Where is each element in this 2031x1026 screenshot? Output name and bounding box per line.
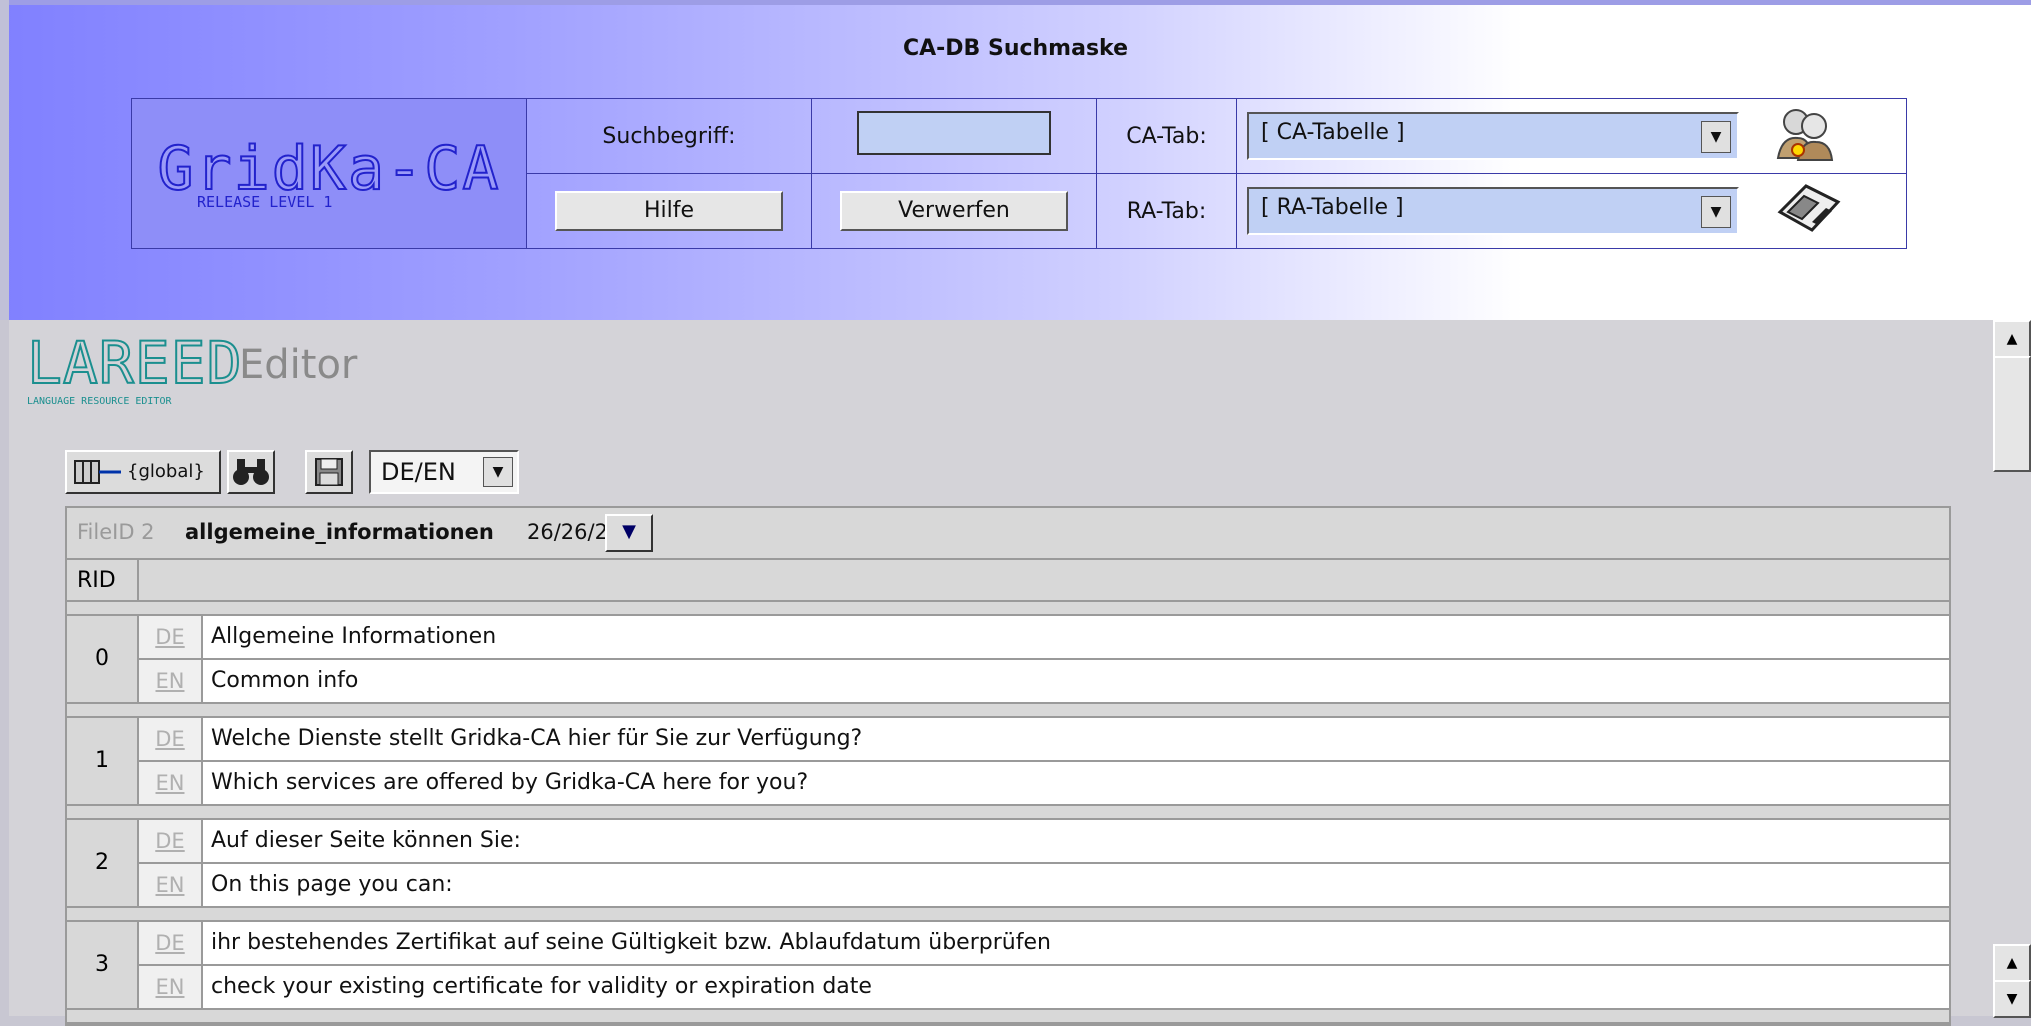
ra-tab-select[interactable]: [ RA-Tabelle ] ▼ — [1247, 187, 1739, 235]
lareed-logo: LAREED — [26, 329, 243, 397]
file-header-row: FileID 2 allgemeine_informationen 26/26/… — [67, 508, 1949, 560]
rid-cell: 3 — [67, 922, 139, 1008]
en-link[interactable]: EN — [139, 864, 203, 906]
ca-tab-value: [ CA-Tabelle ] — [1261, 120, 1405, 145]
scroll-thumb[interactable] — [1993, 356, 2031, 472]
en-link[interactable]: EN — [139, 966, 203, 1008]
top-border — [0, 0, 2031, 5]
rid-cell: 1 — [67, 718, 139, 804]
resource-grid: FileID 2 allgemeine_informationen 26/26/… — [65, 506, 1951, 1026]
en-line: EN Which services are offered by Gridka-… — [139, 762, 1949, 804]
editor-title: Editor — [239, 342, 358, 388]
floppy-disk-icon[interactable] — [1774, 182, 1844, 240]
file-name: allgemeine_informationen — [185, 520, 494, 544]
file-count: 26/26/2 — [527, 520, 608, 544]
gridka-logo: GridKa-CA RELEASE LEVEL 1 — [131, 98, 527, 249]
map-icon — [74, 460, 121, 484]
search-form-table: GridKa-CA RELEASE LEVEL 1 Suchbegriff: C… — [131, 98, 1907, 249]
table-row: 1 DE Welche Dienste stellt Gridka-CA hie… — [67, 718, 1949, 806]
en-line: EN On this page you can: — [139, 864, 1949, 906]
de-link[interactable]: DE — [139, 616, 203, 658]
de-text[interactable]: ihr bestehendes Zertifikat auf seine Gül… — [211, 930, 1051, 955]
de-text[interactable]: Welche Dienste stellt Gridka-CA hier für… — [211, 726, 862, 751]
gridka-logo-text: GridKa-CA — [156, 133, 501, 204]
table-row: 3 DE ihr bestehendes Zertifikat auf sein… — [67, 922, 1949, 1010]
scroll-down-button[interactable]: ▼ — [1993, 980, 2031, 1018]
rid-column-header: RID — [77, 568, 116, 593]
rid-header-row: RID — [67, 560, 1949, 602]
scroll-up-button[interactable]: ▲ — [1993, 320, 2031, 358]
de-line: DE Auf dieser Seite können Sie: — [139, 820, 1949, 864]
row-spacer — [67, 806, 1949, 820]
ca-tab-select[interactable]: [ CA-Tabelle ] ▼ — [1247, 112, 1739, 160]
vertical-scrollbar[interactable]: ▲ ▲ ▼ — [1991, 320, 2031, 1018]
de-link[interactable]: DE — [139, 718, 203, 760]
discard-button[interactable]: Verwerfen — [840, 191, 1068, 231]
de-line: DE Allgemeine Informationen — [139, 616, 1949, 660]
scope-button[interactable]: {global} — [65, 450, 221, 494]
en-line: EN check your existing certificate for v… — [139, 966, 1949, 1008]
de-text[interactable]: Allgemeine Informationen — [211, 624, 496, 649]
page-title: CA-DB Suchmaske — [902, 36, 1129, 61]
en-text[interactable]: Common info — [211, 668, 358, 693]
search-header-frame: CA-DB Suchmaske GridKa-CA RELEASE LEVEL … — [0, 0, 2031, 320]
de-line: DE ihr bestehendes Zertifikat auf seine … — [139, 922, 1949, 966]
en-line: EN Common info — [139, 660, 1949, 702]
de-line: DE Welche Dienste stellt Gridka-CA hier … — [139, 718, 1949, 762]
ra-tab-label: RA-Tab: — [1096, 173, 1237, 249]
ra-tab-value: [ RA-Tabelle ] — [1261, 195, 1404, 220]
row-spacer — [67, 908, 1949, 922]
language-pair-value: DE/EN — [381, 458, 456, 486]
rid-cell: 2 — [67, 820, 139, 906]
rid-cell: 0 — [67, 616, 139, 702]
chevron-down-icon[interactable]: ▼ — [1701, 196, 1731, 228]
language-pair-select[interactable]: DE/EN ▼ — [369, 450, 519, 494]
save-icon — [315, 458, 343, 486]
chevron-down-icon[interactable]: ▼ — [1701, 121, 1731, 153]
en-text[interactable]: Which services are offered by Gridka-CA … — [211, 770, 808, 795]
search-term-label: Suchbegriff: — [526, 98, 812, 174]
save-button[interactable] — [305, 450, 353, 494]
ca-tab-label: CA-Tab: — [1096, 98, 1237, 174]
row-spacer — [67, 602, 1949, 616]
de-link[interactable]: DE — [139, 922, 203, 964]
table-row: 0 DE Allgemeine Informationen EN Common … — [67, 616, 1949, 704]
en-link[interactable]: EN — [139, 660, 203, 702]
en-text[interactable]: On this page you can: — [211, 872, 453, 897]
search-button[interactable] — [227, 450, 275, 494]
users-icon[interactable] — [1774, 104, 1836, 168]
lareed-logo-subtitle: LANGUAGE RESOURCE EDITOR — [27, 396, 172, 407]
scroll-up-button-bottom[interactable]: ▲ — [1993, 944, 2031, 982]
table-row: 2 DE Auf dieser Seite können Sie: EN On … — [67, 820, 1949, 908]
help-button[interactable]: Hilfe — [555, 191, 783, 231]
de-link[interactable]: DE — [139, 820, 203, 862]
column-divider — [137, 560, 139, 600]
row-spacer — [67, 1010, 1949, 1024]
en-link[interactable]: EN — [139, 762, 203, 804]
en-text[interactable]: check your existing certificate for vali… — [211, 974, 872, 999]
de-text[interactable]: Auf dieser Seite können Sie: — [211, 828, 521, 853]
binoculars-icon — [233, 459, 269, 485]
file-expand-button[interactable]: ▼ — [605, 514, 653, 552]
search-input[interactable] — [857, 111, 1051, 155]
editor-frame: LAREED LANGUAGE RESOURCE EDITOR Editor {… — [9, 320, 1991, 1026]
scope-label: {global} — [127, 461, 205, 482]
file-id-label: FileID 2 — [77, 520, 155, 544]
row-spacer — [67, 704, 1949, 718]
chevron-down-icon[interactable]: ▼ — [483, 457, 513, 487]
